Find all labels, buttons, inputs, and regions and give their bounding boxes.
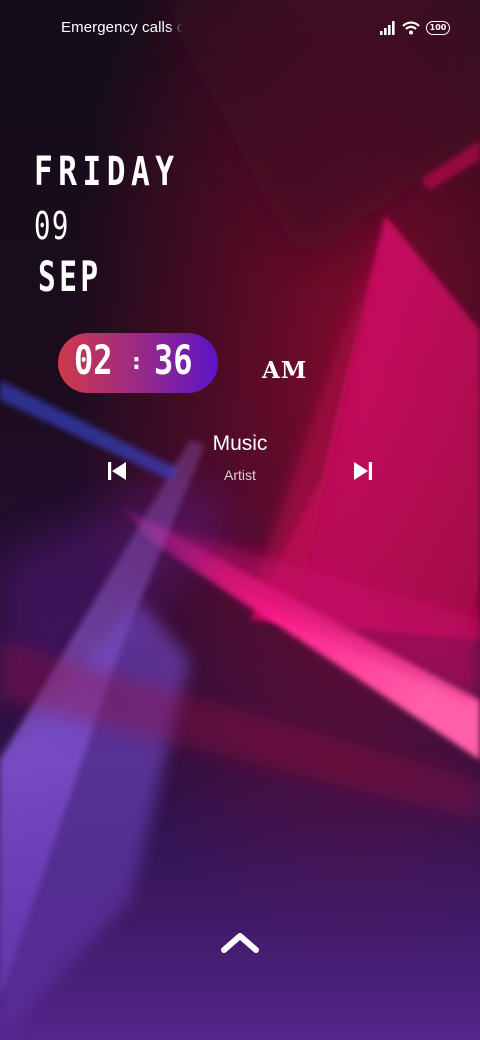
wifi-icon — [402, 21, 420, 35]
swipe-up-unlock-button[interactable] — [218, 926, 262, 958]
skip-next-icon — [354, 462, 372, 480]
clock-widget: 02 : 36 — [58, 333, 218, 393]
media-title: Music — [212, 432, 268, 455]
date-display: FRIDAY 09 SEP — [34, 149, 221, 298]
day-number: 09 — [34, 204, 70, 248]
previous-track-button[interactable] — [100, 458, 134, 484]
status-icons: 100 — [380, 18, 450, 38]
month-name: SEP — [38, 252, 102, 301]
battery-level: 100 — [429, 23, 447, 32]
carrier-status-text: Emergency calls only — [61, 19, 183, 36]
clock-meridiem: AM — [262, 357, 308, 384]
clock-separator: : — [132, 350, 141, 375]
signal-bars-icon — [380, 21, 395, 35]
clock-hours: 02 — [74, 338, 113, 384]
skip-previous-icon — [108, 462, 126, 480]
media-artist: Artist — [224, 467, 256, 483]
next-track-button[interactable] — [346, 458, 380, 484]
status-bar: Emergency calls only 100 — [0, 0, 480, 58]
clock-minutes: 36 — [154, 338, 193, 384]
chevron-up-icon — [221, 933, 259, 953]
battery-indicator: 100 — [426, 21, 450, 35]
day-name: FRIDAY — [34, 149, 180, 195]
